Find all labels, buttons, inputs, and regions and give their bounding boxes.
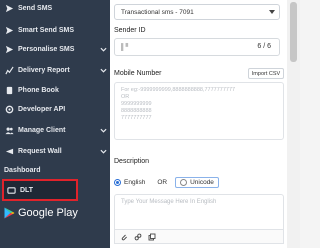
send-icon	[4, 3, 14, 13]
english-radio[interactable]	[114, 178, 121, 186]
sidebar-item-label: Smart Send SMS	[18, 26, 75, 34]
main-panel: Transactional sms - 7091 Sender ID ▌▘ 6 …	[110, 0, 300, 248]
chevron-down-icon	[99, 66, 107, 74]
google-play-label: Google Play	[18, 207, 78, 219]
route-select-value: Transactional sms - 7091	[121, 8, 194, 16]
english-label: English	[124, 178, 146, 186]
chevron-down-icon	[99, 126, 107, 134]
send-icon	[4, 44, 14, 54]
sidebar-item-manage-client[interactable]: Manage Client	[0, 119, 110, 141]
chevron-down-icon	[99, 147, 107, 155]
attachment-icon[interactable]	[119, 232, 129, 242]
caret-down-icon	[269, 10, 275, 14]
mobile-number-textarea[interactable]: For eg:-9999999999,8888888888,7777777777…	[114, 82, 284, 140]
sender-id-value: ▌▘	[121, 44, 131, 51]
sidebar-item-delivery-report[interactable]: Delivery Report	[0, 59, 110, 81]
wall-icon	[4, 146, 14, 156]
sidebar-item-label: Delivery Report	[18, 66, 70, 74]
route-select[interactable]: Transactional sms - 7091	[114, 4, 280, 20]
send-icon	[4, 25, 14, 35]
vertical-scrollbar[interactable]	[287, 0, 300, 248]
sidebar-item-developer-api[interactable]: Developer API	[0, 98, 110, 120]
sidebar-item-label: Developer API	[18, 105, 66, 113]
users-icon	[4, 125, 14, 135]
sender-id-field[interactable]: ▌▘ 6 / 6	[114, 38, 280, 56]
sidebar-item-label: Manage Client	[18, 126, 66, 134]
scrollbar-thumb[interactable]	[290, 2, 297, 62]
sidebar-item-send-sms[interactable]: Send SMS	[0, 0, 110, 19]
import-csv-button[interactable]: Import CSV	[248, 68, 284, 79]
sender-id-label: Sender ID	[114, 27, 146, 34]
sidebar: Send SMS Smart Send SMS Personalise SMS …	[0, 0, 110, 248]
sidebar-item-label: DLT	[20, 186, 34, 194]
sidebar-item-label: Send SMS	[18, 4, 53, 12]
google-play-icon	[4, 207, 15, 219]
unicode-radio[interactable]	[180, 178, 188, 186]
message-toolbar	[114, 230, 284, 244]
sidebar-item-dlt[interactable]: DLT	[2, 179, 78, 201]
language-selector: English OR Unicode	[114, 176, 219, 188]
sidebar-item-personalise-sms[interactable]: Personalise SMS	[0, 38, 110, 60]
sender-id-count: 6 / 6	[257, 43, 271, 50]
chevron-down-icon	[99, 45, 107, 53]
sidebar-item-label: Dashboard	[4, 166, 41, 174]
sidebar-item-label: Personalise SMS	[18, 45, 75, 53]
sidebar-item-label: Phone Book	[18, 86, 59, 94]
report-icon	[4, 65, 14, 75]
unicode-option[interactable]: Unicode	[175, 176, 219, 188]
google-play-badge[interactable]: Google Play	[4, 206, 78, 220]
copy-icon[interactable]	[147, 232, 157, 242]
message-textarea[interactable]: Type Your Message Here In English	[114, 194, 284, 230]
description-label: Description	[114, 158, 150, 165]
mobile-number-label: Mobile Number	[114, 70, 162, 77]
or-label: OR	[157, 178, 168, 186]
book-icon	[4, 85, 14, 95]
dlt-icon	[6, 185, 16, 195]
api-icon	[4, 104, 14, 114]
sidebar-item-dashboard[interactable]: Dashboard	[0, 159, 110, 181]
link-icon[interactable]	[133, 232, 143, 242]
sidebar-item-label: Request Wall	[18, 147, 62, 155]
unicode-label: Unicode	[190, 178, 214, 186]
